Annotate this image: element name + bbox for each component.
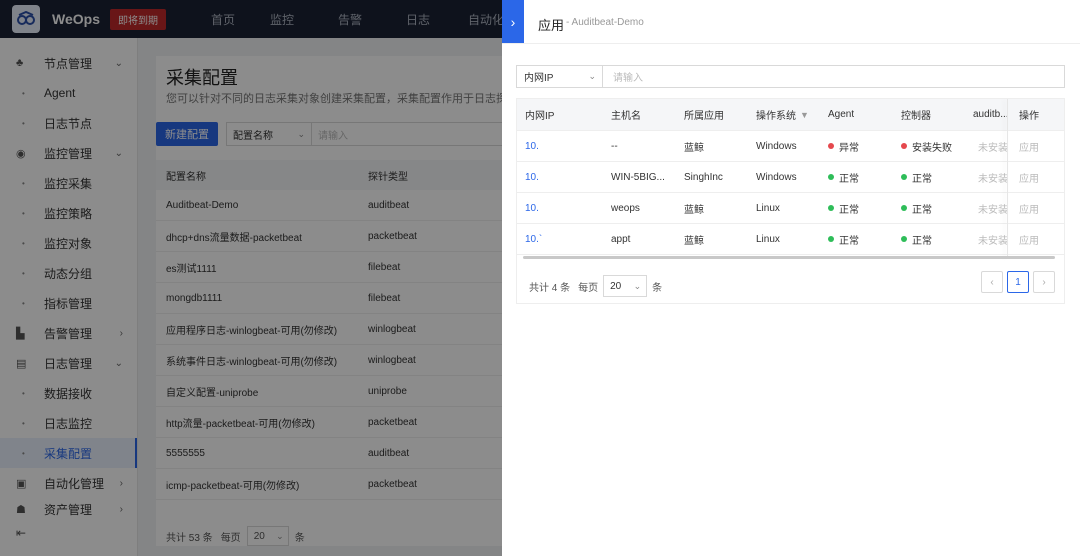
fixed-column-divider bbox=[1007, 99, 1008, 259]
host-table: 内网IP 主机名 所属应用 操作系统 ▼ Agent 控制器 auditb... … bbox=[516, 98, 1065, 304]
column-app: 所属应用 bbox=[684, 111, 724, 122]
auditbeat-status: 未安装 bbox=[978, 204, 1007, 216]
drawer-subtitle: - Auditbeat-Demo bbox=[566, 17, 644, 28]
page-number-button[interactable]: 1 bbox=[1007, 271, 1029, 293]
drawer-header: 应用 - Auditbeat-Demo bbox=[502, 0, 1080, 44]
host-table-header: 内网IP 主机名 所属应用 操作系统 ▼ Agent 控制器 auditb... … bbox=[517, 99, 1064, 131]
status-dot-icon bbox=[828, 205, 834, 211]
column-ip: 内网IP bbox=[525, 111, 555, 122]
agent-status: 正常 bbox=[828, 193, 859, 223]
ip-filter-select[interactable]: 内网IP ⌄ bbox=[516, 65, 603, 88]
apply-button[interactable]: 应用 bbox=[1019, 224, 1039, 254]
table-row: 10. WIN-5BIG... SinghInc Windows 正常 正常 未… bbox=[517, 162, 1064, 193]
table-row: 10. -- 蓝鲸 Windows 异常 安装失败 未安装 应用 bbox=[517, 131, 1064, 162]
auditbeat-status: 未安装 bbox=[978, 173, 1007, 185]
apply-button[interactable]: 应用 bbox=[1019, 131, 1039, 161]
chevron-down-icon: ⌄ bbox=[588, 71, 596, 81]
status-dot-icon bbox=[901, 143, 907, 149]
total-count: 共计 4 条 bbox=[529, 282, 571, 294]
app-drawer: 应用 - Auditbeat-Demo › 内网IP ⌄ 请输入 内网IP 主机名… bbox=[502, 0, 1080, 556]
next-page-button[interactable]: › bbox=[1033, 271, 1055, 293]
status-dot-icon bbox=[901, 236, 907, 242]
page-size-select[interactable]: 20 ⌄ bbox=[603, 275, 648, 297]
ip-search-input[interactable]: 请输入 bbox=[603, 65, 1065, 88]
status-dot-icon bbox=[901, 174, 907, 180]
table-row: 10. weops 蓝鲸 Linux 正常 正常 未安装 应用 bbox=[517, 193, 1064, 224]
status-dot-icon bbox=[901, 205, 907, 211]
controller-status: 正常 bbox=[901, 193, 932, 223]
prev-page-button[interactable]: ‹ bbox=[981, 271, 1003, 293]
status-dot-icon bbox=[828, 143, 834, 149]
controller-status: 正常 bbox=[901, 224, 932, 254]
ip-link[interactable]: 10. bbox=[525, 131, 539, 161]
column-os[interactable]: 操作系统 ▼ bbox=[756, 99, 809, 130]
modal-mask[interactable] bbox=[0, 0, 502, 556]
host-pagination-total: 共计 4 条 每页 20 ⌄ 条 bbox=[529, 275, 662, 297]
agent-status: 正常 bbox=[828, 224, 859, 254]
column-hostname: 主机名 bbox=[611, 111, 641, 122]
auditbeat-status: 未安装 bbox=[978, 142, 1007, 154]
drawer-title: 应用 bbox=[538, 18, 565, 33]
status-dot-icon bbox=[828, 236, 834, 242]
drawer-close-icon[interactable]: › bbox=[502, 0, 524, 43]
agent-status: 正常 bbox=[828, 162, 859, 192]
per-page-unit: 条 bbox=[652, 282, 663, 294]
chevron-right-icon: › bbox=[1042, 276, 1046, 288]
column-auditbeat: auditb... bbox=[973, 109, 1007, 120]
horizontal-scrollbar[interactable] bbox=[523, 256, 1055, 259]
agent-status: 异常 bbox=[828, 131, 859, 161]
apply-button[interactable]: 应用 bbox=[1019, 162, 1039, 192]
ip-link[interactable]: 10. bbox=[525, 162, 539, 192]
ip-link[interactable]: 10. bbox=[525, 193, 539, 223]
per-page-label: 每页 bbox=[578, 282, 599, 294]
controller-status: 安装失败 bbox=[901, 131, 952, 161]
filter-icon[interactable]: ▼ bbox=[800, 110, 809, 120]
table-row: 10.` appt 蓝鲸 Linux 正常 正常 未安装 应用 bbox=[517, 224, 1064, 255]
column-controller: 控制器 bbox=[901, 111, 931, 122]
controller-status: 正常 bbox=[901, 162, 932, 192]
apply-button[interactable]: 应用 bbox=[1019, 193, 1039, 223]
chevron-down-icon: ⌄ bbox=[633, 280, 642, 291]
chevron-left-icon: ‹ bbox=[990, 276, 994, 288]
column-action: 操作 bbox=[1019, 111, 1039, 122]
column-agent: Agent bbox=[828, 109, 855, 120]
ip-link[interactable]: 10.` bbox=[525, 224, 542, 254]
auditbeat-status: 未安装 bbox=[978, 235, 1007, 247]
status-dot-icon bbox=[828, 174, 834, 180]
